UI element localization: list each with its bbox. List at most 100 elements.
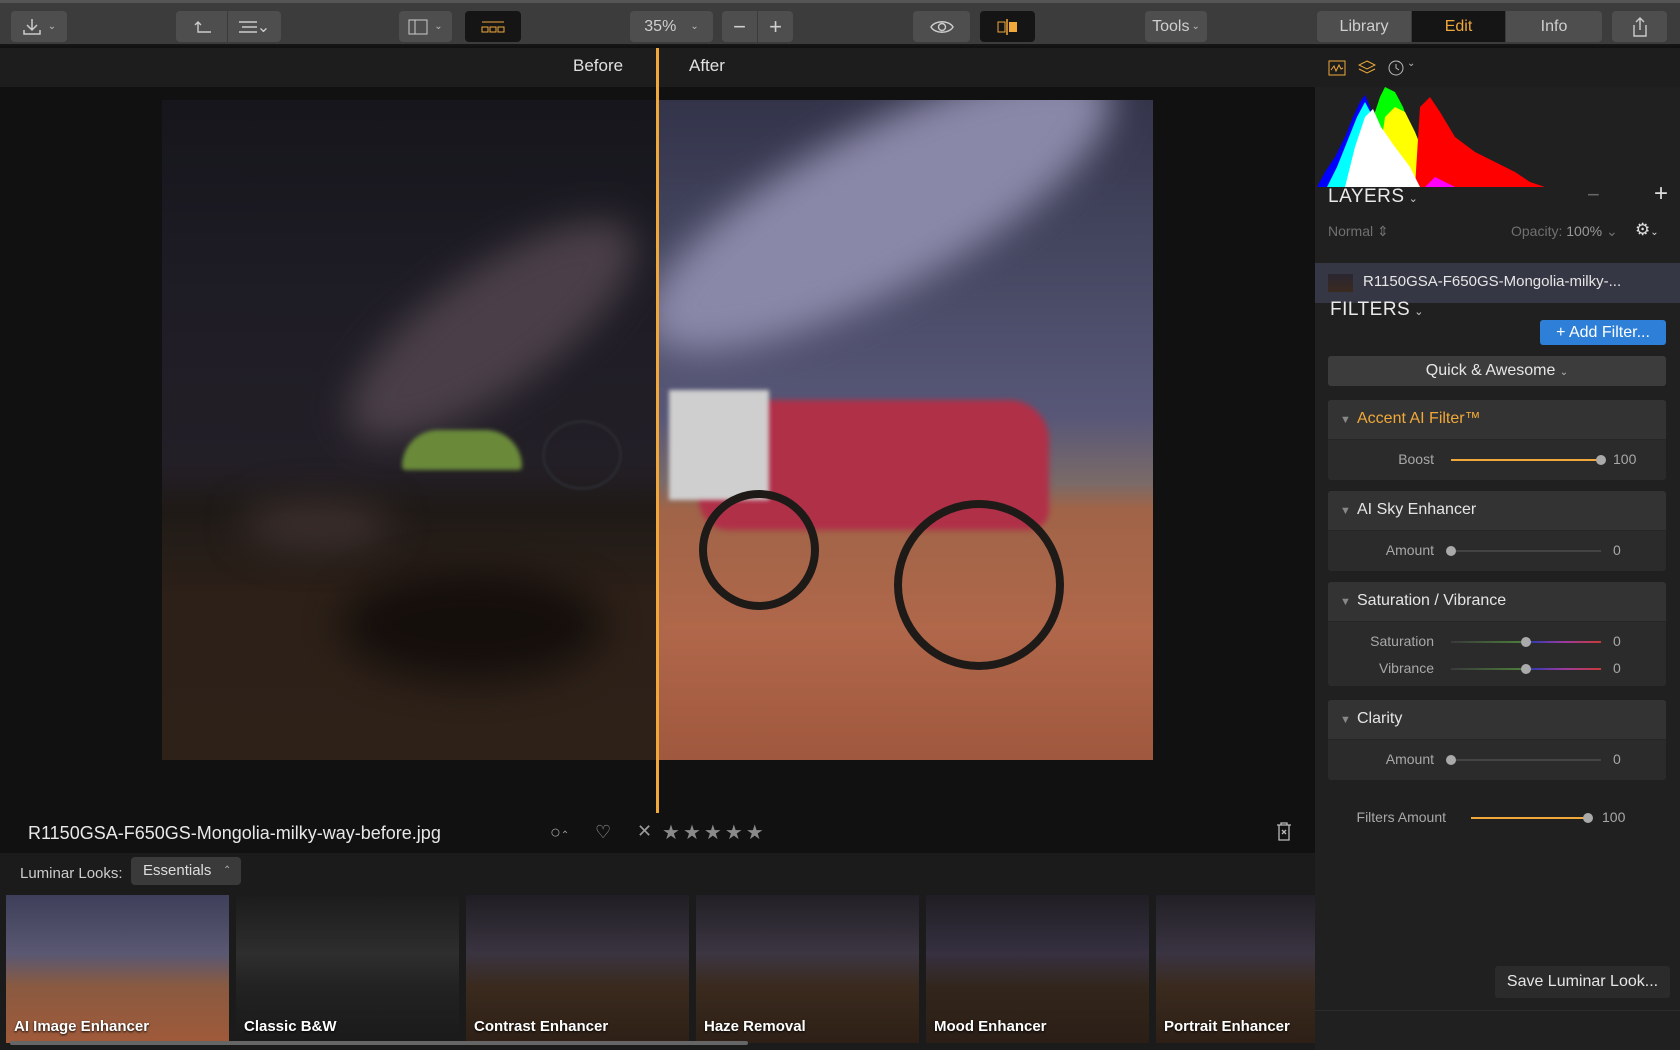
save-luminar-look-button[interactable]: Save Luminar Look... [1495,966,1670,998]
chevron-down-icon: ⌄ [1191,21,1200,32]
zoom-select[interactable]: 35% ⌄ [630,11,713,42]
chevron-down-icon[interactable]: ⌄ [1407,58,1415,69]
look-thumbnail[interactable]: Portrait Enhancer [1156,895,1315,1043]
star-rating[interactable]: ★★★★★ [662,820,767,845]
tab-library[interactable]: Library [1317,11,1412,42]
tab-edit[interactable]: Edit [1412,11,1506,42]
histogram-icon[interactable] [1328,60,1346,76]
zoom-in-button[interactable]: + [758,11,793,42]
layers-header[interactable]: LAYERS ⌄ [1328,186,1418,208]
share-button[interactable] [1612,11,1667,42]
slider-knob[interactable] [1596,455,1606,465]
filter-title: Accent AI Filter™ [1357,410,1481,427]
looks-category-value: Essentials [143,862,212,879]
look-thumbnail[interactable]: Contrast Enhancer [466,895,689,1043]
zoom-out-button[interactable]: − [722,11,758,42]
star-icon[interactable]: ★ [704,822,725,844]
preview-button[interactable] [913,11,970,42]
filters-amount-row: Filters Amount 100 [1315,804,1680,831]
slider-knob[interactable] [1521,637,1531,647]
luminar-looks-panel: Luminar Looks: Essentials ⌃ AI Image Enha… [0,853,1315,1050]
chevron-down-icon: ⌄ [1414,306,1424,318]
slider-knob[interactable] [1583,813,1593,823]
filter-header[interactable]: ▼ Accent AI Filter™ [1328,400,1666,440]
histogram [1315,87,1680,187]
filters-header[interactable]: FILTERS ⌄ [1330,299,1424,321]
tent-shape [402,430,522,470]
layers-icon[interactable] [1358,60,1376,76]
look-thumbnail[interactable]: Mood Enhancer [926,895,1149,1043]
filter-header[interactable]: ▼ Clarity [1328,700,1666,740]
import-button[interactable]: ⌄ [11,11,67,42]
list-icon [238,20,257,33]
updown-icon: ⇕ [1377,223,1389,239]
chevron-down-icon: ⌄ [1605,223,1618,239]
add-filter-button[interactable]: + Add Filter... [1540,320,1666,345]
filters-title: FILTERS [1330,299,1411,320]
looks-scrollbar[interactable] [10,1041,748,1045]
history-icon[interactable] [1388,60,1404,76]
looks-label: Luminar Looks: [20,865,123,882]
disclosure-triangle-icon: ▼ [1340,414,1351,426]
filmstrip-button[interactable] [465,11,521,42]
vibrance-slider[interactable] [1451,664,1601,674]
disclosure-triangle-icon: ▼ [1340,505,1351,517]
slider-fill [1471,817,1588,819]
look-label: Contrast Enhancer [474,1018,609,1035]
opacity-select[interactable]: Opacity: 100% ⌄ [1511,223,1618,240]
filter-header[interactable]: ▼ Saturation / Vibrance [1328,582,1666,622]
eye-icon [929,20,954,33]
filter-header[interactable]: ▼ AI Sky Enhancer [1328,491,1666,531]
amount-slider[interactable] [1446,755,1601,765]
compare-button[interactable] [980,11,1035,42]
favorite-button[interactable]: ♡ [595,822,611,843]
looks-category-select[interactable]: Essentials ⌃ [131,857,242,885]
layer-settings-button[interactable]: ⚙⌄ [1635,220,1659,240]
star-icon[interactable]: ★ [662,822,683,844]
color-label-button[interactable]: ○⌃ [550,822,569,843]
workspace-select[interactable]: Quick & Awesome ⌄ [1328,356,1666,386]
nav-segment: ⌄ [176,11,281,42]
return-arrow-icon [194,20,211,33]
blend-mode-value: Normal [1328,223,1374,239]
slider-row: Vibrance 0 [1328,655,1666,682]
back-button[interactable] [176,11,228,42]
looks-thumbnails: AI Image Enhancer Classic B&W Contrast E… [6,895,1315,1043]
slider-row: Saturation 0 [1328,628,1666,655]
tools-menu-button[interactable]: Tools ⌄ [1145,11,1207,42]
chevron-down-icon: ⌄ [690,21,699,32]
disclosure-triangle-icon: ▼ [1340,714,1351,726]
star-icon[interactable]: ★ [725,822,746,844]
saturation-slider[interactable] [1451,637,1601,647]
slider-knob[interactable] [1521,664,1531,674]
rear-wheel-shape [699,490,819,610]
layer-thumbnail [1328,274,1353,292]
before-after-divider-handle[interactable] [656,48,659,813]
reject-button[interactable]: ✕ [637,821,652,842]
star-icon[interactable]: ★ [746,822,767,844]
blend-mode-select[interactable]: Normal ⇕ [1328,223,1389,240]
layer-item[interactable]: R1150GSA-F650GS-Mongolia-milky-... [1315,263,1680,303]
look-label: AI Image Enhancer [14,1018,150,1035]
zoom-segment: − + [722,11,793,42]
image-info-bar: R1150GSA-F650GS-Mongolia-milky-way-befor… [0,815,1315,853]
slider-value: 100 [1613,451,1637,467]
slider-knob[interactable] [1446,755,1456,765]
chevron-down-icon: ⌄ [256,18,271,36]
tab-info[interactable]: Info [1506,11,1602,42]
look-thumbnail[interactable]: Classic B&W [236,895,459,1043]
look-thumbnail[interactable]: Haze Removal [696,895,919,1043]
star-icon[interactable]: ★ [683,822,704,844]
list-menu-button[interactable]: ⌄ [228,11,281,42]
delete-button[interactable] [1276,821,1292,846]
look-thumbnail[interactable]: AI Image Enhancer [6,895,229,1043]
amount-slider[interactable] [1446,546,1601,556]
add-layer-button[interactable]: + [1654,180,1668,208]
pannier-shape [669,390,769,500]
remove-layer-button[interactable]: − [1587,182,1600,208]
filter-panel-saturation-vibrance: ▼ Saturation / Vibrance Saturation 0 Vibr… [1328,582,1666,686]
slider-knob[interactable] [1446,546,1456,556]
filters-amount-slider[interactable] [1471,813,1593,823]
boost-slider[interactable] [1451,455,1606,465]
sidebar-toggle-button[interactable]: ⌄ [399,11,452,42]
